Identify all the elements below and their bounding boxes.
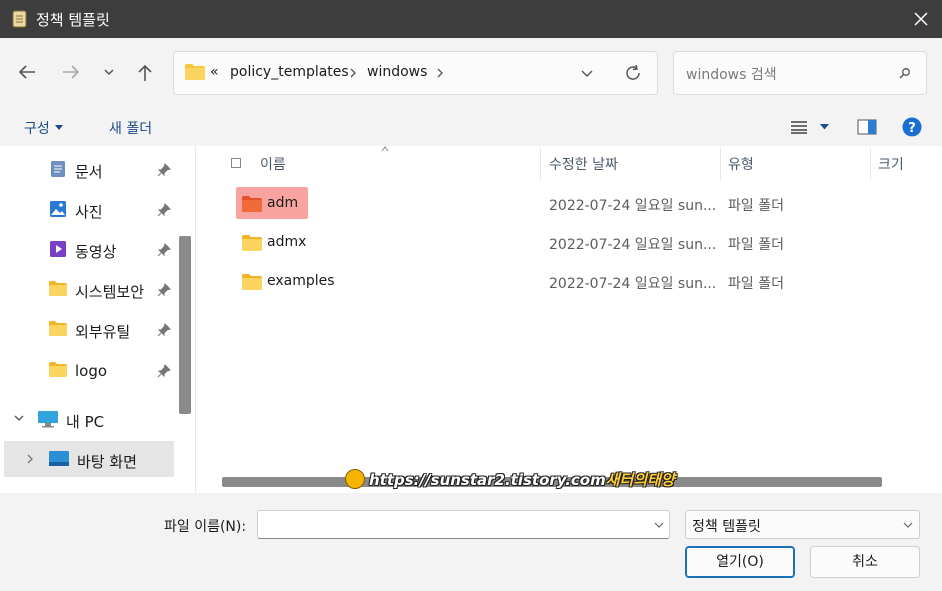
command-bar: 구성 새 폴더 ? — [0, 108, 942, 146]
close-icon — [914, 12, 928, 26]
chevron-right-icon[interactable] — [26, 454, 34, 464]
file-type-filter[interactable]: 정책 템플릿 — [685, 510, 920, 539]
chevron-right-icon[interactable] — [436, 68, 444, 78]
preview-pane-icon[interactable] — [857, 119, 877, 135]
pictures-icon — [50, 201, 66, 217]
column-divider[interactable] — [720, 148, 721, 180]
view-options-caret-icon[interactable] — [819, 123, 830, 131]
pc-icon — [38, 411, 58, 428]
window-title: 정책 템플릿 — [36, 11, 110, 29]
sidebar-item-videos[interactable]: 동영상 — [0, 231, 176, 267]
column-header-name[interactable]: 이름 — [260, 154, 286, 174]
sidebar-item-system-security[interactable]: 시스템보안 — [0, 271, 176, 307]
view-list-icon[interactable] — [790, 120, 808, 134]
organize-menu[interactable]: 구성 — [24, 118, 64, 138]
search-box[interactable]: windows 검색 — [673, 51, 927, 95]
sidebar-item-pictures[interactable]: 사진 — [0, 191, 176, 227]
sidebar-item-this-pc[interactable]: 내 PC — [0, 401, 176, 437]
sidebar-item-desktop[interactable]: 바탕 화면 — [4, 441, 174, 477]
file-modified: 2022-07-24 일요일 sun... — [549, 276, 717, 292]
pin-icon — [157, 323, 171, 337]
column-header-modified[interactable]: 수정한 날짜 — [549, 154, 618, 174]
table-row[interactable]: examples 2022-07-24 일요일 sun... 파일 폴더 — [196, 264, 942, 300]
chevron-right-icon[interactable] — [349, 68, 357, 78]
address-bar[interactable]: « policy_templates windows — [173, 51, 658, 95]
cancel-button[interactable]: 취소 — [810, 546, 920, 578]
open-button[interactable]: 열기(O) — [685, 546, 795, 578]
chevron-down-icon — [104, 69, 114, 76]
close-button[interactable] — [901, 0, 942, 38]
file-name: adm — [267, 195, 299, 211]
new-folder-button[interactable]: 새 폴더 — [109, 118, 152, 138]
filename-label: 파일 이름(N): — [164, 519, 247, 535]
column-header-type[interactable]: 유형 — [728, 154, 754, 174]
breadcrumb-overflow[interactable]: « — [210, 64, 219, 80]
file-name: examples — [267, 273, 335, 289]
file-name: admx — [267, 234, 307, 250]
dialog-footer: 파일 이름(N): 정책 템플릿 열기(O) 취소 — [0, 493, 942, 591]
pin-icon — [157, 364, 171, 378]
document-icon — [51, 161, 65, 177]
arrow-right-icon — [63, 65, 80, 79]
search-placeholder: windows 검색 — [686, 67, 777, 83]
arrow-left-icon — [18, 65, 35, 79]
up-button[interactable] — [131, 58, 159, 86]
pin-icon — [157, 243, 171, 257]
forward-button[interactable] — [57, 58, 85, 86]
pin-icon — [157, 163, 171, 177]
breadcrumb-policy-templates[interactable]: policy_templates — [230, 64, 349, 80]
pin-icon — [157, 203, 171, 217]
folder-icon — [49, 281, 67, 296]
watermark: https://sunstar2.tistory.com새터의태양 — [345, 469, 675, 493]
chevron-down-icon[interactable] — [580, 66, 594, 80]
svg-text:?: ? — [908, 121, 916, 136]
pin-icon — [157, 283, 171, 297]
sidebar-item-external-utils[interactable]: 외부유틸 — [0, 311, 176, 347]
navigation-pane: 문서 사진 동영상 시스템보안 외부유틸 logo 내 PC 바탕 화면 — [0, 146, 196, 493]
file-list: 이름 수정한 날짜 유형 크기 adm 2022-07-24 일요일 sun..… — [196, 146, 942, 493]
chevron-down-icon[interactable] — [654, 521, 664, 529]
select-all-checkbox[interactable] — [231, 158, 241, 168]
recent-locations-button[interactable] — [97, 58, 125, 86]
help-icon[interactable]: ? — [902, 117, 922, 137]
folder-icon — [49, 321, 67, 336]
back-button[interactable] — [13, 58, 41, 86]
table-row[interactable]: admx 2022-07-24 일요일 sun... 파일 폴더 — [196, 225, 942, 261]
folder-icon — [242, 235, 262, 251]
watermark-logo-icon — [345, 469, 365, 489]
folder-icon — [184, 63, 206, 85]
chevron-down-icon[interactable] — [14, 414, 24, 422]
folder-icon — [242, 274, 262, 290]
search-icon — [899, 68, 910, 79]
title-bar: 정책 템플릿 — [0, 0, 942, 38]
sort-ascending-icon — [381, 146, 389, 152]
sidebar-item-logo[interactable]: logo — [0, 352, 176, 388]
sidebar-item-documents[interactable]: 문서 — [0, 151, 176, 187]
scroll-icon — [11, 9, 29, 33]
caret-down-icon — [55, 125, 64, 130]
sidebar-scrollbar[interactable] — [179, 236, 191, 414]
videos-icon — [50, 241, 66, 257]
file-modified: 2022-07-24 일요일 sun... — [549, 237, 717, 253]
table-row[interactable]: adm 2022-07-24 일요일 sun... 파일 폴더 — [196, 186, 942, 222]
column-header-size[interactable]: 크기 — [878, 154, 904, 174]
file-type: 파일 폴더 — [728, 276, 784, 292]
column-divider[interactable] — [540, 148, 541, 180]
chevron-down-icon — [903, 522, 913, 528]
file-type: 파일 폴더 — [728, 237, 784, 253]
arrow-up-icon — [138, 64, 152, 81]
breadcrumb-windows[interactable]: windows — [367, 64, 427, 80]
folder-icon — [242, 196, 262, 212]
folder-icon — [49, 362, 67, 377]
desktop-icon — [49, 451, 69, 466]
file-type: 파일 폴더 — [728, 198, 784, 214]
refresh-icon[interactable] — [624, 64, 642, 82]
file-modified: 2022-07-24 일요일 sun... — [549, 198, 717, 214]
column-divider[interactable] — [870, 148, 871, 180]
filename-input[interactable] — [257, 510, 670, 539]
